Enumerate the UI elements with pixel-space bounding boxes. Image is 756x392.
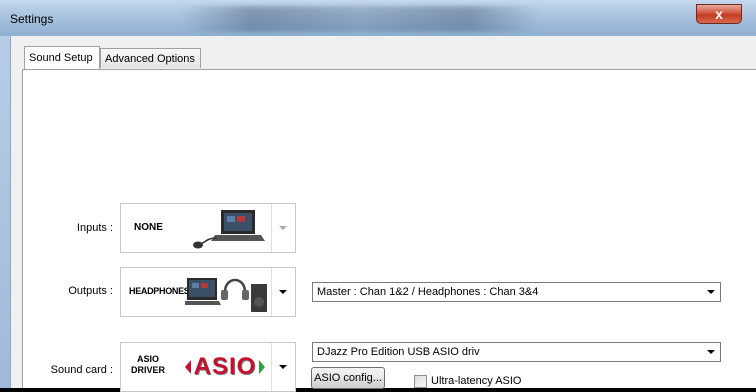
soundcard-selector[interactable]: ASIO DRIVER ASIO	[120, 342, 296, 392]
soundcard-image-text-line2: DRIVER	[131, 365, 166, 375]
ultra-latency-label[interactable]: Ultra-latency ASIO	[431, 375, 521, 387]
soundcard-label: Sound card :	[50, 364, 113, 376]
outputs-routing-select[interactable]: Master : Chan 1&2 / Headphones : Chan 3&…	[312, 282, 721, 302]
outputs-routing-dropdown-button[interactable]	[703, 284, 719, 300]
soundcard-image-text: ASIO DRIVER	[131, 354, 165, 376]
outputs-dropdown-button[interactable]	[271, 268, 295, 316]
inputs-label: Inputs :	[76, 222, 113, 234]
settings-window: Settings x Sound Setup Advanced Options …	[0, 0, 756, 392]
asio-config-button[interactable]: ASIO config...	[311, 367, 385, 389]
soundcard-image-text-line1: ASIO	[136, 354, 159, 364]
soundcard-device-value: DJazz Pro Edition USB ASIO driv	[317, 346, 480, 358]
inputs-selector[interactable]: NONE	[120, 203, 296, 253]
tab-advanced-options[interactable]: Advanced Options	[100, 48, 201, 68]
outputs-selector[interactable]: HEADPHONES	[120, 267, 296, 317]
inputs-image-text: NONE	[134, 222, 163, 233]
client-area: Sound Setup Advanced Options Inputs : NO…	[10, 36, 756, 392]
outputs-routing-value: Master : Chan 1&2 / Headphones : Chan 3&…	[317, 286, 539, 298]
ultra-latency-checkbox[interactable]	[414, 375, 427, 388]
outputs-image-text: HEADPHONES	[129, 286, 190, 296]
window-title: Settings	[10, 12, 54, 26]
soundcard-device-select[interactable]: DJazz Pro Edition USB ASIO driv	[312, 342, 721, 362]
chevron-down-icon	[707, 350, 715, 354]
chevron-down-icon	[279, 365, 287, 369]
outputs-label: Outputs :	[68, 285, 113, 297]
close-button[interactable]: x	[696, 4, 742, 24]
laptop-with-mouse-icon	[193, 210, 265, 249]
asio-logo-text: ASIO	[193, 353, 257, 380]
title-bar-glass	[180, 6, 540, 32]
title-bar[interactable]: Settings x	[0, 0, 756, 36]
soundcard-device-dropdown-button[interactable]	[703, 344, 719, 360]
inputs-dropdown-button[interactable]	[271, 204, 295, 252]
tab-sound-setup[interactable]: Sound Setup	[24, 46, 100, 69]
chevron-down-icon	[707, 290, 715, 294]
chevron-down-icon	[279, 226, 287, 230]
soundcard-dropdown-button[interactable]	[271, 343, 295, 391]
laptop-headphones-speaker-icon	[185, 278, 267, 312]
asio-logo: ASIO	[185, 353, 271, 380]
chevron-down-icon	[279, 290, 287, 294]
sound-setup-panel: Inputs : NONE Outputs : HEADPHONES Maste…	[22, 69, 756, 392]
